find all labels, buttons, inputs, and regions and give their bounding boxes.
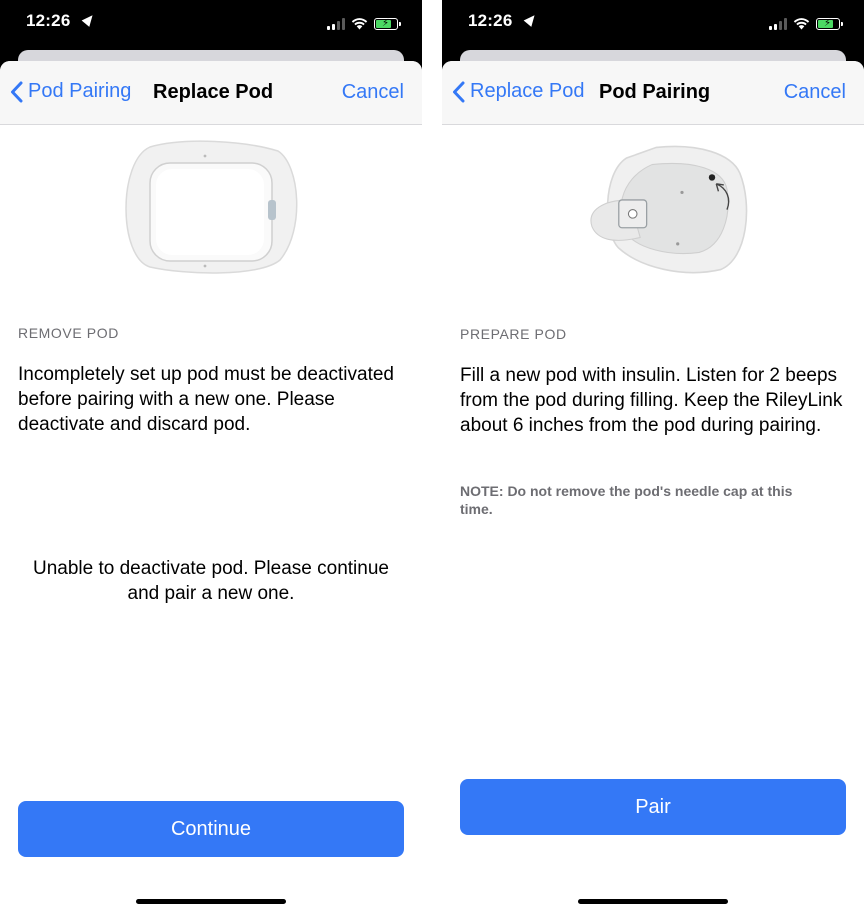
wifi-icon [351,18,368,30]
back-button-label: Pod Pairing [28,80,132,102]
screen-divider [422,0,442,914]
pod-underside-illustration [590,145,748,274]
cancel-button[interactable]: Cancel [342,81,404,104]
pair-button[interactable]: Pair [460,779,846,835]
page-title: Replace Pod [153,81,274,103]
home-indicator [578,899,728,904]
modal-sheet: Replace Pod Pod Pairing Cancel PREPARE P… [442,61,864,914]
section-header: PREPARE POD [460,326,567,342]
status-time: 12:26 [468,11,513,30]
pod-pairing-screen: 12:26 ⚡ Replace Pod Pod Pairing Cancel P… [442,0,864,914]
cancel-button[interactable]: Cancel [784,81,846,104]
note-text: NOTE: Do not remove the pod's needle cap… [460,483,793,517]
page-title: Pod Pairing [599,81,711,103]
cellular-signal-icon [327,18,345,30]
home-indicator [136,899,286,904]
location-arrow-icon [523,12,539,27]
back-button[interactable]: Pod Pairing [10,80,131,103]
location-arrow-icon [81,12,97,27]
wifi-icon [793,18,810,30]
modal-sheet: Pod Pairing Replace Pod Cancel REMOVE PO… [0,61,422,914]
status-bar: 12:26 ⚡ [0,0,422,44]
section-header: REMOVE POD [18,325,119,341]
chevron-left-icon [11,81,23,102]
navigation-bar: Pod Pairing Replace Pod Cancel [0,61,422,125]
instruction-text: Fill a new pod with insulin. Listen for … [460,365,843,436]
battery-charging-icon: ⚡ [374,18,401,30]
back-button-label: Replace Pod [470,80,585,102]
chevron-left-icon [453,81,465,102]
status-message: Unable to deactivate pod. Please continu… [33,558,389,604]
cellular-signal-icon [769,18,787,30]
status-time: 12:26 [26,11,71,30]
navigation-bar: Replace Pod Pod Pairing Cancel [442,61,864,125]
status-bar: 12:26 ⚡ [442,0,864,44]
back-button[interactable]: Replace Pod [452,80,585,103]
replace-pod-screen: 12:26 ⚡ Pod Pairing Replace Pod Cancel R… [0,0,422,914]
continue-button[interactable]: Continue [18,801,404,857]
instruction-text: Incompletely set up pod must be deactiva… [18,364,395,435]
pod-illustration [125,140,298,274]
battery-charging-icon: ⚡ [816,18,843,30]
